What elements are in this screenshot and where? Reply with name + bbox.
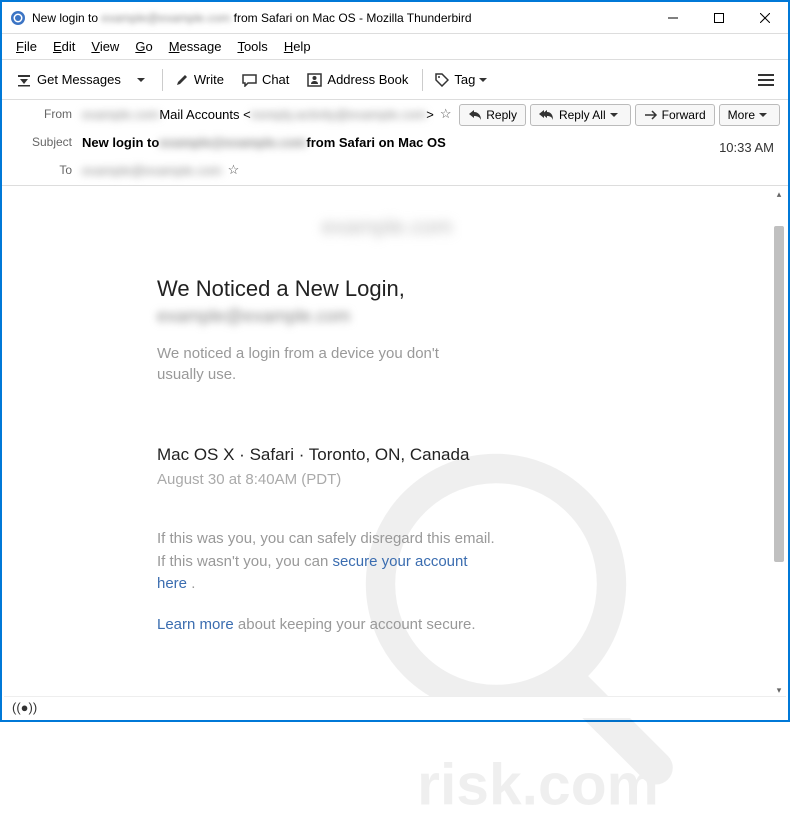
svg-text:risk.com: risk.com xyxy=(417,753,659,818)
address-book-label: Address Book xyxy=(327,72,408,87)
subject-label: Subject xyxy=(12,135,72,149)
close-button[interactable] xyxy=(742,2,788,34)
message-body-pane: risk.com example.com We Noticed a New Lo… xyxy=(2,186,788,698)
chevron-down-icon xyxy=(610,111,618,119)
reply-all-icon xyxy=(539,109,555,121)
body-heading: We Noticed a New Login, xyxy=(157,276,617,302)
reply-all-label: Reply All xyxy=(559,108,606,122)
write-label: Write xyxy=(194,72,224,87)
menu-message[interactable]: Message xyxy=(161,36,230,57)
minimize-button[interactable] xyxy=(650,2,696,34)
window-title: New login to example@example.com from Sa… xyxy=(32,11,650,25)
address-book-button[interactable]: Address Book xyxy=(299,68,416,91)
statusbar: ((●)) xyxy=(4,696,786,718)
forward-icon xyxy=(644,110,658,120)
get-messages-dropdown[interactable] xyxy=(131,72,156,88)
download-icon xyxy=(16,72,32,88)
menubar: File Edit View Go Message Tools Help xyxy=(2,34,788,60)
scrollbar-track[interactable] xyxy=(772,202,786,682)
menu-help[interactable]: Help xyxy=(276,36,319,57)
message-header: Reply Reply All Forward More From exampl… xyxy=(2,100,788,186)
menu-file[interactable]: File xyxy=(8,36,45,57)
hamburger-icon xyxy=(758,73,774,87)
vertical-scrollbar[interactable]: ▴ ▾ xyxy=(772,186,786,698)
body-paragraph-3: Learn more about keeping your account se… xyxy=(157,614,497,637)
chevron-down-icon xyxy=(479,76,487,84)
chat-button[interactable]: Chat xyxy=(234,68,297,91)
reply-all-button[interactable]: Reply All xyxy=(530,104,631,126)
message-body: example.com We Noticed a New Login, exam… xyxy=(2,186,772,698)
reply-label: Reply xyxy=(486,108,517,122)
window-titlebar: New login to example@example.com from Sa… xyxy=(2,2,788,34)
scroll-up-arrow[interactable]: ▴ xyxy=(772,186,786,202)
chat-label: Chat xyxy=(262,72,289,87)
write-button[interactable]: Write xyxy=(167,68,232,91)
forward-button[interactable]: Forward xyxy=(635,104,715,126)
star-icon[interactable]: ☆ xyxy=(228,162,240,178)
pencil-icon xyxy=(175,73,189,87)
from-label: From xyxy=(12,107,72,121)
chevron-down-icon xyxy=(137,76,145,84)
body-intro: We noticed a login from a device you don… xyxy=(157,343,477,385)
tag-button[interactable]: Tag xyxy=(427,68,500,91)
menu-go[interactable]: Go xyxy=(127,36,160,57)
body-heading-email: example@example.com xyxy=(157,306,617,327)
scrollbar-thumb[interactable] xyxy=(774,226,784,562)
maximize-button[interactable] xyxy=(696,2,742,34)
body-paragraph-2: If this was you, you can safely disregar… xyxy=(157,528,497,596)
body-date-line: August 30 at 8:40AM (PDT) xyxy=(157,471,617,488)
chevron-down-icon xyxy=(759,111,767,119)
body-domain: example.com xyxy=(157,214,617,240)
get-messages-label: Get Messages xyxy=(37,72,121,87)
more-button[interactable]: More xyxy=(719,104,780,126)
menu-tools[interactable]: Tools xyxy=(229,36,275,57)
to-label: To xyxy=(12,163,72,177)
message-time: 10:33 AM xyxy=(719,140,774,155)
toolbar: Get Messages Write Chat Address Book Tag xyxy=(2,60,788,100)
tag-label: Tag xyxy=(454,72,475,87)
star-icon[interactable]: ☆ xyxy=(440,106,452,122)
get-messages-button[interactable]: Get Messages xyxy=(8,68,129,92)
subject-value: New login to example@example.com from Sa… xyxy=(82,135,446,150)
toolbar-separator-2 xyxy=(422,69,423,91)
message-actions: Reply Reply All Forward More xyxy=(459,104,780,126)
app-menu-button[interactable] xyxy=(750,69,782,91)
tag-icon xyxy=(435,73,449,87)
chat-icon xyxy=(242,73,257,87)
to-value[interactable]: example@example.com ☆ xyxy=(82,162,239,178)
address-book-icon xyxy=(307,73,322,87)
online-status-icon[interactable]: ((●)) xyxy=(12,700,37,715)
body-device-line: Mac OS X · Safari · Toronto, ON, Canada xyxy=(157,445,617,465)
toolbar-separator xyxy=(162,69,163,91)
menu-edit[interactable]: Edit xyxy=(45,36,83,57)
app-icon xyxy=(10,10,26,26)
menu-view[interactable]: View xyxy=(83,36,127,57)
more-label: More xyxy=(728,108,755,122)
from-value[interactable]: example.com Mail Accounts < noreply.acti… xyxy=(82,106,452,122)
reply-icon xyxy=(468,109,482,121)
forward-label: Forward xyxy=(662,108,706,122)
learn-more-link[interactable]: Learn more xyxy=(157,616,234,633)
reply-button[interactable]: Reply xyxy=(459,104,526,126)
